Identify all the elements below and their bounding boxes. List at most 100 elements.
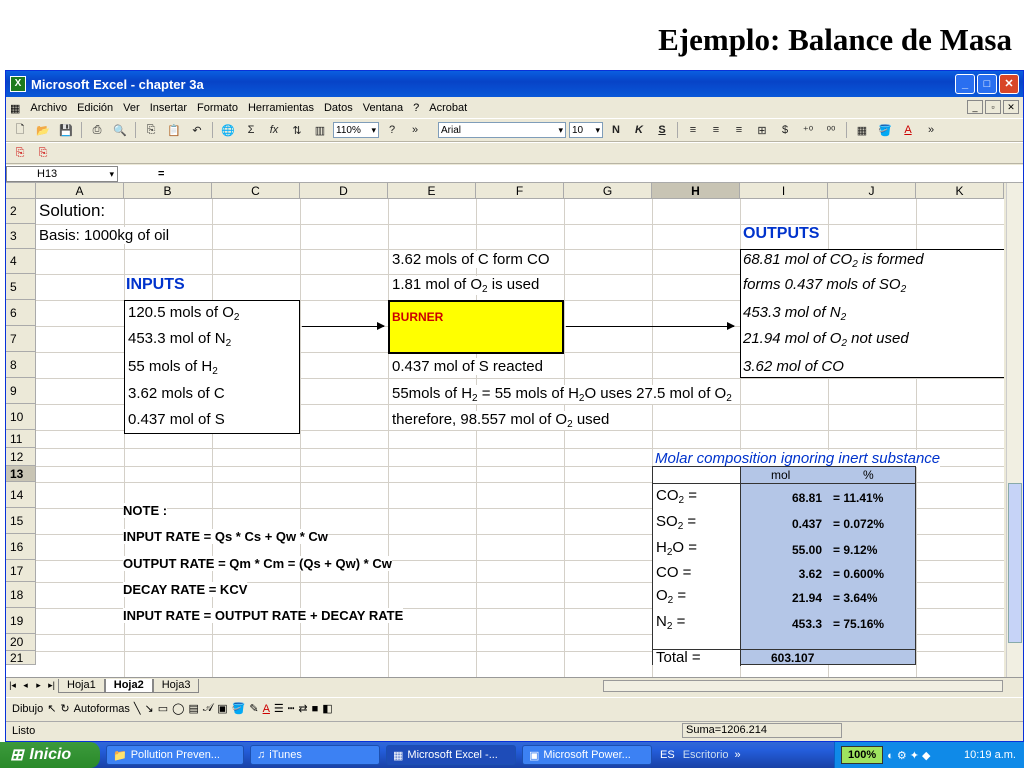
print-icon[interactable]: ⎙ [87, 121, 107, 139]
zoom-indicator[interactable]: 100% [841, 746, 884, 764]
col-header-j[interactable]: J [828, 183, 916, 199]
row-header[interactable]: 21 [6, 651, 36, 665]
vertical-scrollbar[interactable] [1006, 183, 1023, 677]
sort-icon[interactable]: ⇅ [287, 121, 307, 139]
doc-minimize-button[interactable]: _ [967, 100, 983, 114]
bold-button[interactable]: N [606, 121, 626, 139]
menu-ventana[interactable]: Ventana [363, 102, 403, 114]
select-all-corner[interactable] [6, 183, 36, 199]
wordart-icon[interactable]: 𝒜 [203, 702, 213, 715]
select-arrow-icon[interactable]: ↖ [47, 702, 56, 715]
borders-icon[interactable]: ▦ [852, 121, 872, 139]
row-header[interactable]: 19 [6, 608, 36, 634]
help-icon[interactable]: ? [382, 121, 402, 139]
col-header-d[interactable]: D [300, 183, 388, 199]
doc-close-button[interactable]: ✕ [1003, 100, 1019, 114]
line-color-icon[interactable]: ✎ [249, 702, 258, 715]
menu-acrobat[interactable]: Acrobat [429, 102, 467, 114]
row-header[interactable]: 11 [6, 430, 36, 448]
row-header[interactable]: 8 [6, 352, 36, 378]
row-header[interactable]: 16 [6, 534, 36, 560]
zoom-select[interactable]: 110% [333, 122, 379, 138]
menu-archivo[interactable]: Archivo [30, 102, 67, 114]
arrow-icon[interactable]: ↘ [145, 702, 154, 715]
language-indicator[interactable]: ES [660, 749, 675, 761]
row-header[interactable]: 2 [6, 199, 36, 224]
copy-icon[interactable]: ⎘ [141, 121, 161, 139]
new-icon[interactable]: 🗋 [10, 121, 30, 139]
shadow-icon[interactable]: ■ [312, 703, 319, 715]
sheet-tab-hoja3[interactable]: Hoja3 [152, 678, 200, 693]
row-header[interactable]: 20 [6, 634, 36, 651]
align-center-icon[interactable]: ≡ [706, 121, 726, 139]
maximize-button[interactable]: □ [977, 74, 997, 94]
row-header[interactable]: 4 [6, 249, 36, 274]
increase-decimal-icon[interactable]: ⁺⁰ [798, 121, 818, 139]
col-header-k[interactable]: K [916, 183, 1004, 199]
clipart-icon[interactable]: ▣ [217, 702, 227, 715]
textbox-icon[interactable]: ▤ [188, 702, 198, 715]
next-sheet-icon[interactable]: ▸ [32, 680, 45, 691]
horizontal-scrollbar[interactable] [603, 679, 1003, 692]
menu-datos[interactable]: Datos [324, 102, 353, 114]
close-button[interactable]: ✕ [999, 74, 1019, 94]
row-header[interactable]: 5 [6, 274, 36, 300]
row-header[interactable]: 15 [6, 508, 36, 534]
prev-sheet-icon[interactable]: ◂ [19, 680, 32, 691]
first-sheet-icon[interactable]: |◂ [6, 680, 19, 691]
row-header[interactable]: 3 [6, 224, 36, 249]
dibujo-menu[interactable]: Dibujo [12, 703, 43, 715]
decrease-decimal-icon[interactable]: ⁰⁰ [821, 121, 841, 139]
row-header[interactable]: 17 [6, 560, 36, 582]
fill-color-icon[interactable]: 🪣 [875, 121, 895, 139]
doc-icon[interactable]: ▦ [10, 102, 20, 115]
start-button[interactable]: ⊞ Inicio [0, 742, 100, 768]
col-header-i[interactable]: I [740, 183, 828, 199]
paste-icon[interactable]: 📋 [164, 121, 184, 139]
sheet-tab-hoja2[interactable]: Hoja2 [104, 678, 153, 693]
menu-formato[interactable]: Formato [197, 102, 238, 114]
save-icon[interactable]: 💾 [56, 121, 76, 139]
menu-insertar[interactable]: Insertar [150, 102, 187, 114]
row-header[interactable]: 10 [6, 404, 36, 430]
col-header-a[interactable]: A [36, 183, 124, 199]
doc-restore-button[interactable]: ▫ [985, 100, 1001, 114]
col-header-f[interactable]: F [476, 183, 564, 199]
task-pollution[interactable]: 📁 Pollution Preven... [106, 745, 244, 765]
pdf-convert-icon[interactable]: ⎘ [10, 144, 30, 162]
autoformas-menu[interactable]: Autoformas [74, 703, 130, 715]
italic-button[interactable]: K [629, 121, 649, 139]
spreadsheet-grid[interactable]: A B C D E F G H I J K 2 3 4 5 6 7 8 9 10… [6, 183, 1004, 677]
font-color-icon[interactable]: A [898, 121, 918, 139]
tray-icons[interactable]: ◐ ⚙ ✦ ◆ [887, 749, 930, 762]
hyperlink-icon[interactable]: 🌐 [218, 121, 238, 139]
desktop-toolbar[interactable]: Escritorio [683, 749, 729, 761]
rotate-icon[interactable]: ↻ [60, 702, 69, 715]
align-right-icon[interactable]: ≡ [729, 121, 749, 139]
scroll-thumb[interactable] [1008, 483, 1022, 643]
row-header[interactable]: 7 [6, 326, 36, 352]
row-header[interactable]: 6 [6, 300, 36, 326]
minimize-button[interactable]: _ [955, 74, 975, 94]
rectangle-icon[interactable]: ▭ [158, 702, 168, 715]
open-icon[interactable]: 📂 [33, 121, 53, 139]
font-select[interactable]: Arial [438, 122, 566, 138]
pdf-email-icon[interactable]: ⎘ [33, 144, 53, 162]
name-box[interactable]: H13 [6, 165, 118, 182]
task-excel[interactable]: ▦ Microsoft Excel -... [386, 745, 516, 765]
align-left-icon[interactable]: ≡ [683, 121, 703, 139]
arrow-style-icon[interactable]: ⇄ [298, 702, 307, 715]
row-header[interactable]: 13 [6, 466, 36, 482]
chevron-icon[interactable]: » [735, 749, 741, 761]
col-header-c[interactable]: C [212, 183, 300, 199]
col-header-g[interactable]: G [564, 183, 652, 199]
3d-icon[interactable]: ◧ [322, 702, 332, 715]
col-header-e[interactable]: E [388, 183, 476, 199]
preview-icon[interactable]: 🔍 [110, 121, 130, 139]
line-style-icon[interactable]: ☰ [274, 702, 284, 715]
dash-style-icon[interactable]: ┅ [288, 702, 295, 715]
menu-help[interactable]: ? [413, 102, 419, 114]
menu-ver[interactable]: Ver [123, 102, 140, 114]
merge-icon[interactable]: ⊞ [752, 121, 772, 139]
menu-herramientas[interactable]: Herramientas [248, 102, 314, 114]
